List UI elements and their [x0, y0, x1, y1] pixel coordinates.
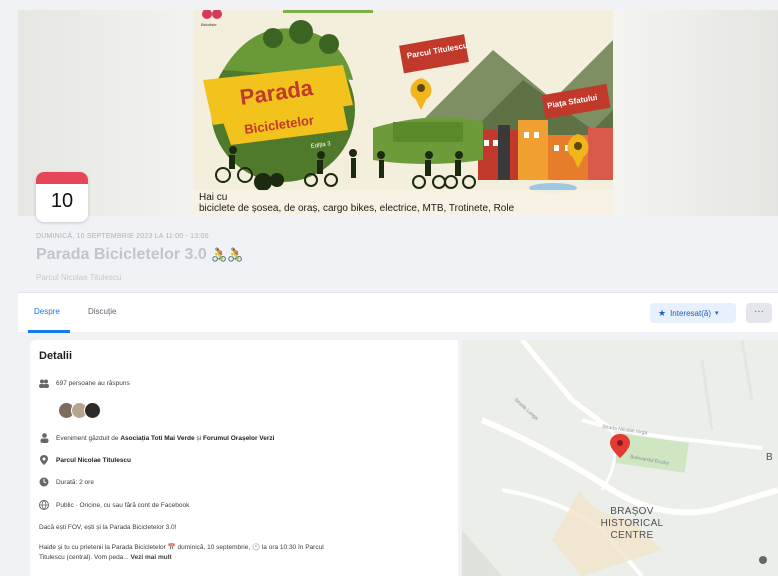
bike-emoji-icon: 🚴🚴: [211, 247, 244, 262]
people-icon: [39, 378, 49, 388]
event-title: Parada Bicicletelor 3.0 🚴🚴: [36, 246, 244, 264]
interested-label: Interesat(ă): [670, 308, 711, 318]
tab-despre[interactable]: Despre: [34, 307, 60, 316]
details-heading: Detalii: [39, 350, 73, 362]
date-badge: 10: [36, 172, 88, 222]
description-line-3: Titulescu (central). Vom peda... Vezi ma…: [39, 554, 172, 561]
responded-text[interactable]: 697 persoane au răspuns: [56, 380, 130, 387]
responded-row: 697 persoane au răspuns: [39, 378, 130, 388]
organizer-prefix: Eveniment găzduit de: [56, 434, 119, 442]
avatar: [84, 402, 101, 419]
clock-icon: [39, 477, 49, 487]
see-more-link[interactable]: Vezi mai mult: [131, 554, 172, 561]
description-line-2: Haide și tu cu prietenii la Parada Bicic…: [39, 544, 324, 551]
location-link[interactable]: Parcul Nicolae Titulescu: [56, 457, 131, 464]
event-title-text: Parada Bicicletelor 3.0: [36, 246, 207, 263]
more-options-button[interactable]: ···: [746, 303, 772, 323]
organizer-link-1[interactable]: Asociația Toti Mai Verde: [120, 435, 194, 442]
attendee-avatars[interactable]: [58, 402, 101, 419]
details-card: Detalii 697 persoane au răspuns Evenimen…: [30, 340, 458, 576]
globe-icon: [39, 500, 49, 510]
location-row: Parcul Nicolae Titulescu: [39, 455, 131, 465]
poster-caption-line1: Hai cu: [199, 192, 228, 203]
organizer-link-2[interactable]: Forumul Orașelor Verzi: [203, 435, 275, 442]
active-tab-indicator: [28, 330, 70, 333]
map-area-label-2: HISTORICAL: [600, 518, 664, 529]
duration-row: Durată: 2 ore: [39, 477, 94, 487]
person-icon: [39, 433, 49, 443]
interested-button[interactable]: ★ Interesat(ă) ▾: [650, 303, 736, 323]
description-text-3: Titulescu (central). Vom peda...: [39, 554, 129, 561]
star-icon: ★: [658, 307, 667, 318]
date-badge-top: [36, 172, 88, 184]
poster-logo-text: Bicicliște: [201, 22, 217, 27]
poster-caption: Hai cu biciclete de șosea, de oraș, carg…: [193, 190, 613, 216]
organizer-join: și: [196, 434, 202, 442]
organizer-row: Eveniment găzduit de Asociația Toti Mai …: [39, 433, 274, 443]
cover-banner: Parada Bicicletelor Ediția 3 Bicicliște: [18, 10, 778, 216]
map-area-label-1: BRAȘOV: [610, 506, 654, 517]
event-cover-image[interactable]: Parada Bicicletelor Ediția 3 Bicicliște: [193, 10, 613, 216]
event-date-line: DUMINICĂ, 10 SEPTEMBRIE 2023 LA 11:00 - …: [36, 233, 209, 240]
map-pin-small-icon: [759, 556, 767, 564]
chevron-down-icon: ▾: [714, 310, 719, 317]
event-map[interactable]: Strada Lunga Strada Nicolae Iorga Buleva…: [462, 340, 778, 576]
date-badge-day: 10: [50, 190, 74, 212]
poster-artwork: Parada Bicicletelor Ediția 3 Bicicliște: [193, 10, 613, 216]
visibility-row: Public · Oricine, cu sau fără cont de Fa…: [39, 500, 189, 510]
map-edge-label: B: [766, 452, 773, 463]
description-line-1: Dacă ești FOV, ești și la Parada Bicicle…: [39, 524, 177, 531]
map-area-label-3: CENTRE: [610, 530, 654, 541]
tabs-bar: Despre Discuție ★ Interesat(ă) ▾ ···: [18, 292, 778, 333]
poster-caption-line2: biciclete de șosea, de oraș, cargo bikes…: [199, 203, 515, 214]
location-pin-icon: [39, 455, 49, 465]
map-area-label: BRAȘOV HISTORICAL CENTRE: [582, 506, 682, 542]
event-place[interactable]: Parcul Nicolae Titulescu: [36, 273, 121, 282]
tab-discutie[interactable]: Discuție: [88, 307, 116, 316]
duration-text: Durată: 2 ore: [56, 478, 94, 486]
visibility-text: Public · Oricine, cu sau fără cont de Fa…: [56, 501, 190, 509]
